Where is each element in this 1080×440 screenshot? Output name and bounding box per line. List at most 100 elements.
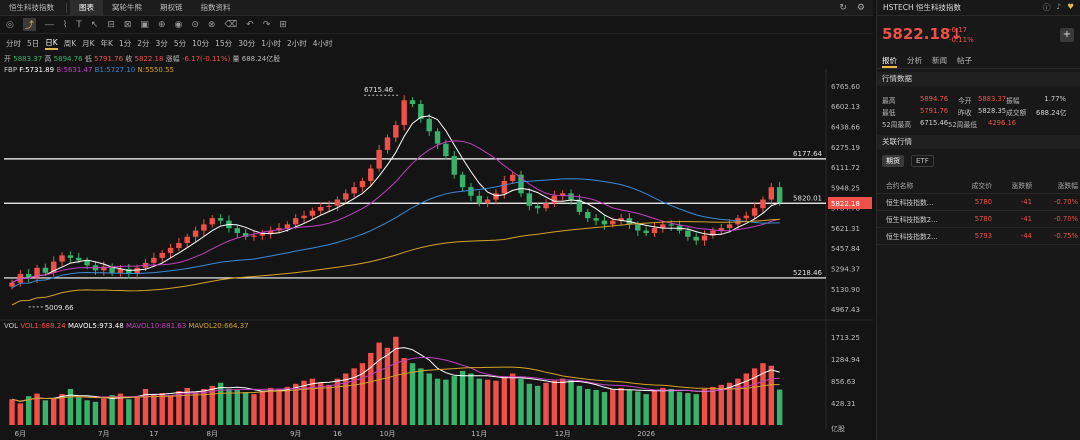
candle-body (726, 224, 733, 229)
market-data-section[interactable]: 行情数据 (877, 72, 1080, 86)
tab-quote[interactable]: 报价 (882, 55, 897, 68)
candle-body (393, 125, 399, 138)
volume-bar (668, 388, 674, 425)
cell-change: -41 (1020, 215, 1032, 223)
cell-price: 5793 (974, 232, 992, 240)
candle-body (167, 247, 174, 253)
stat-value: 688.24亿 (1036, 109, 1067, 117)
volume-bar (67, 388, 74, 425)
change-percent: -0.11% (949, 36, 974, 44)
table-row[interactable]: 恒生科技指数2... 5780 -41 -0.70% (877, 211, 1080, 228)
candle-body (443, 143, 449, 157)
pill-etf[interactable]: ETF (911, 155, 934, 167)
candle-body (509, 174, 516, 181)
candle-body (301, 215, 307, 219)
vol-tick-label: 1284.94 (831, 356, 860, 364)
volume-bar (326, 384, 332, 425)
table-row[interactable]: 恒生科技指数2... 5793 -44 -0.75% (877, 228, 1080, 245)
cell-price: 5780 (974, 198, 992, 206)
ma-n-line (11, 218, 780, 306)
related-section[interactable]: 关联行情 (877, 135, 1080, 149)
volume-bar (493, 380, 499, 425)
volume-bar (384, 347, 391, 425)
tab-analysis[interactable]: 分析 (907, 55, 922, 68)
support-line-label: 6177.64 (793, 150, 822, 158)
vol-tick-label: 856.63 (831, 378, 856, 386)
volume-bar (42, 400, 49, 425)
bell-icon[interactable]: ♪ (1056, 2, 1061, 13)
stat-value: 5883.37 (978, 95, 1007, 103)
volume-bar (334, 378, 341, 425)
table-row[interactable]: 恒生科技指数... 5780 -41 -0.70% (877, 194, 1080, 211)
volume-bar (259, 391, 266, 425)
y-tick-label: 5130.90 (831, 286, 860, 294)
x-tick-label: 8月 (207, 430, 218, 438)
candle-body (159, 252, 165, 258)
x-tick-label: 16 (333, 430, 342, 438)
stat-value: 5894.76 (920, 95, 949, 103)
volume-bar (626, 389, 633, 425)
col-price: 成交价 (971, 182, 992, 190)
volume-bar (468, 373, 474, 425)
stat-label: 最低 (882, 109, 896, 117)
cell-change-pct: -0.75% (1053, 232, 1078, 240)
volume-bar (559, 378, 566, 425)
candle-body (468, 187, 474, 196)
stat-label: 52周最高 (882, 121, 912, 129)
candle-body (743, 215, 749, 219)
info-icon[interactable]: ⓘ (1043, 2, 1051, 13)
candle-body (368, 168, 374, 181)
y-tick-label: 5621.31 (831, 225, 860, 233)
candle-body (434, 131, 441, 144)
volume-bar (776, 389, 783, 425)
x-tick-label: 10月 (380, 430, 396, 438)
candle-body (476, 195, 482, 204)
heart-icon[interactable]: ♥ (1067, 2, 1074, 13)
stat-value: 6715.46 (920, 119, 949, 127)
volume-bar (92, 401, 99, 425)
candle-body (251, 235, 257, 237)
candle-body (84, 260, 90, 266)
vol-tick-label: 1713.25 (831, 334, 860, 342)
support-line-label: 5820.01 (793, 194, 822, 202)
stat-value: 1.77% (1044, 95, 1066, 103)
cell-change: -44 (1020, 232, 1032, 240)
volume-bar (585, 388, 591, 425)
volume-bar (518, 378, 524, 425)
add-watchlist-button[interactable]: + (1060, 28, 1074, 42)
volume-bar (167, 395, 174, 425)
symbol-name: 恒生科技指数 (916, 3, 961, 12)
quote-tabs: 报价 分析 新闻 帖子 (877, 55, 1080, 69)
pill-futures[interactable]: 期货 (882, 155, 904, 167)
candlestick-chart[interactable]: 6765.60 6602.13 6438.66 6275.19 6111.72 5948.… (0, 0, 873, 440)
volume-bar (109, 395, 115, 425)
stat-label: 今开 (958, 97, 972, 105)
volume-bar (284, 386, 291, 425)
candle-body (601, 220, 608, 225)
cell-change-pct: -0.70% (1053, 198, 1078, 206)
table-header: 合约名称 成交价 涨跌额 涨跌幅 (877, 177, 1080, 194)
y-tick-label: 5457.84 (831, 245, 860, 253)
y-tick-label: 4967.43 (831, 306, 860, 314)
volume-bar (618, 387, 624, 425)
peak-label: 6715.46 (364, 86, 393, 94)
volume-bar (693, 394, 699, 425)
candle-body (176, 242, 182, 248)
candle-body (484, 199, 491, 204)
volume-bar (526, 383, 533, 425)
candle-body (217, 218, 224, 221)
candle-body (318, 206, 324, 211)
candle-body (76, 257, 82, 261)
tab-news[interactable]: 新闻 (932, 55, 947, 68)
candle-body (42, 267, 49, 273)
volume-bar (59, 394, 65, 425)
x-tick-label: 9月 (290, 430, 301, 438)
tab-posts[interactable]: 帖子 (957, 55, 972, 68)
volume-bar (101, 398, 107, 425)
candle-body (459, 174, 466, 188)
candle-body (426, 118, 432, 132)
candle-body (701, 235, 708, 241)
candle-body (284, 224, 291, 229)
x-tick-label: 17 (149, 430, 158, 438)
volume-bar (134, 396, 140, 425)
